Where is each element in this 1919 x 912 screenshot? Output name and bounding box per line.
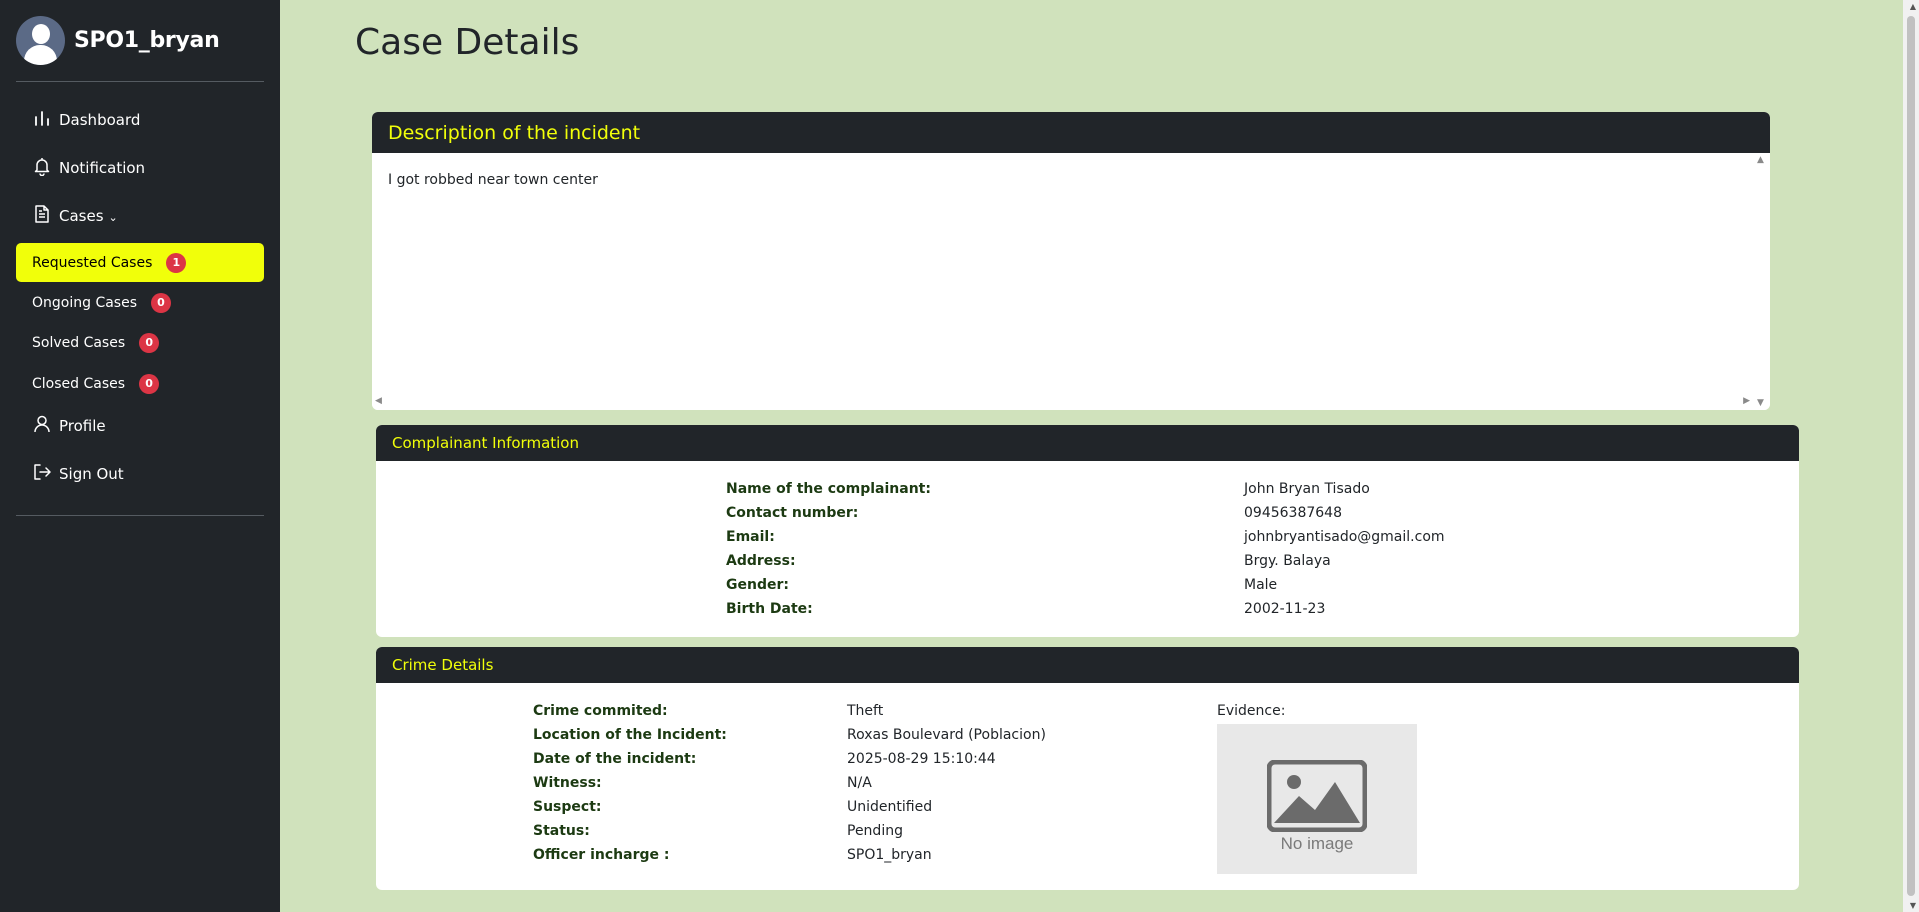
ongoing-cases-label: Ongoing Cases (32, 294, 137, 311)
complainant-birthdate-label: Birth Date: (726, 601, 813, 617)
page-title: Case Details (355, 22, 580, 63)
complainant-birthdate-value: 2002-11-23 (1244, 601, 1326, 617)
nav-notification-label: Notification (59, 159, 146, 177)
evidence-label: Evidence: (1217, 703, 1286, 719)
crime-details-header: Crime Details (376, 647, 1799, 683)
nav-sign-out[interactable]: Sign Out (32, 462, 124, 486)
crime-committed-value: Theft (847, 703, 884, 719)
closed-cases-label: Closed Cases (32, 375, 126, 392)
sign-out-icon (32, 462, 59, 486)
sidebar-item-requested-cases[interactable]: Requested Cases 1 (16, 243, 264, 282)
page-scrollbar-thumb[interactable] (1907, 16, 1915, 896)
officer-incharge-value: SPO1_bryan (847, 847, 932, 863)
description-horizontal-scrollbar[interactable]: ◀ ▶ (372, 393, 1753, 410)
nav-cases-label: Cases (59, 207, 104, 225)
incident-location-value: Roxas Boulevard (Poblacion) (847, 727, 1046, 743)
document-icon (32, 204, 59, 228)
ongoing-cases-badge: 0 (151, 292, 171, 313)
complainant-email-value: johnbryantisado@gmail.com (1244, 529, 1445, 545)
witness-label: Witness: (533, 775, 602, 791)
complainant-contact-label: Contact number: (726, 505, 859, 521)
complainant-contact-value: 09456387648 (1244, 505, 1342, 521)
description-textarea[interactable]: I got robbed near town center (388, 172, 598, 188)
closed-cases-badge: 0 (139, 373, 160, 394)
suspect-value: Unidentified (847, 799, 933, 815)
status-value: Pending (847, 823, 903, 839)
evidence-image[interactable]: No image (1217, 724, 1417, 874)
sidebar: SPO1_bryan Dashboard Notification Cases … (0, 0, 280, 912)
complainant-gender-label: Gender: (726, 577, 789, 593)
sidebar-divider-bottom (16, 515, 264, 516)
witness-value: N/A (847, 775, 872, 791)
user-block: SPO1_bryan (16, 15, 220, 65)
no-image-text: No image (1280, 834, 1354, 853)
nav-profile-label: Profile (59, 417, 106, 435)
nav-dashboard[interactable]: Dashboard (32, 108, 140, 132)
complainant-name-label: Name of the complainant: (726, 481, 931, 497)
incident-date-label: Date of the incident: (533, 751, 697, 767)
nav-notification[interactable]: Notification (32, 156, 145, 180)
complainant-header: Complainant Information (376, 425, 1799, 461)
complainant-card: Complainant Information (376, 425, 1799, 637)
username: SPO1_bryan (74, 27, 220, 53)
page-scrollbar[interactable]: ▲ ▼ (1903, 0, 1919, 912)
solved-cases-badge: 0 (139, 332, 160, 353)
solved-cases-label: Solved Cases (32, 334, 126, 351)
suspect-label: Suspect: (533, 799, 602, 815)
requested-cases-badge: 1 (166, 252, 187, 273)
sidebar-item-closed-cases[interactable]: Closed Cases 0 (16, 364, 264, 403)
complainant-address-value: Brgy. Balaya (1244, 553, 1331, 569)
description-card: Description of the incident I got robbed… (372, 112, 1770, 410)
complainant-gender-value: Male (1244, 577, 1278, 593)
complainant-address-label: Address: (726, 553, 796, 569)
complainant-name-value: John Bryan Tisado (1244, 481, 1370, 497)
nav-sign-out-label: Sign Out (59, 465, 124, 483)
bell-icon (32, 156, 59, 180)
requested-cases-label: Requested Cases (32, 254, 153, 271)
sidebar-divider-top (16, 81, 264, 82)
nav-dashboard-label: Dashboard (59, 111, 141, 129)
person-icon (32, 414, 59, 438)
nav-profile[interactable]: Profile (32, 414, 106, 438)
crime-committed-label: Crime commited: (533, 703, 668, 719)
chevron-down-icon: ⌄ (108, 210, 118, 224)
complainant-email-label: Email: (726, 529, 775, 545)
sidebar-item-solved-cases[interactable]: Solved Cases 0 (16, 323, 264, 362)
chart-icon (32, 108, 59, 132)
incident-location-label: Location of the Incident: (533, 727, 727, 743)
description-vertical-scrollbar[interactable]: ▲ ▼ (1753, 153, 1770, 410)
description-header: Description of the incident (372, 112, 1770, 153)
incident-date-value: 2025-08-29 15:10:44 (847, 751, 996, 767)
sidebar-item-ongoing-cases[interactable]: Ongoing Cases 0 (16, 283, 264, 322)
avatar (16, 15, 65, 65)
nav-cases[interactable]: Cases ⌄ (32, 204, 118, 228)
officer-incharge-label: Officer incharge : (533, 847, 670, 863)
status-label: Status: (533, 823, 590, 839)
